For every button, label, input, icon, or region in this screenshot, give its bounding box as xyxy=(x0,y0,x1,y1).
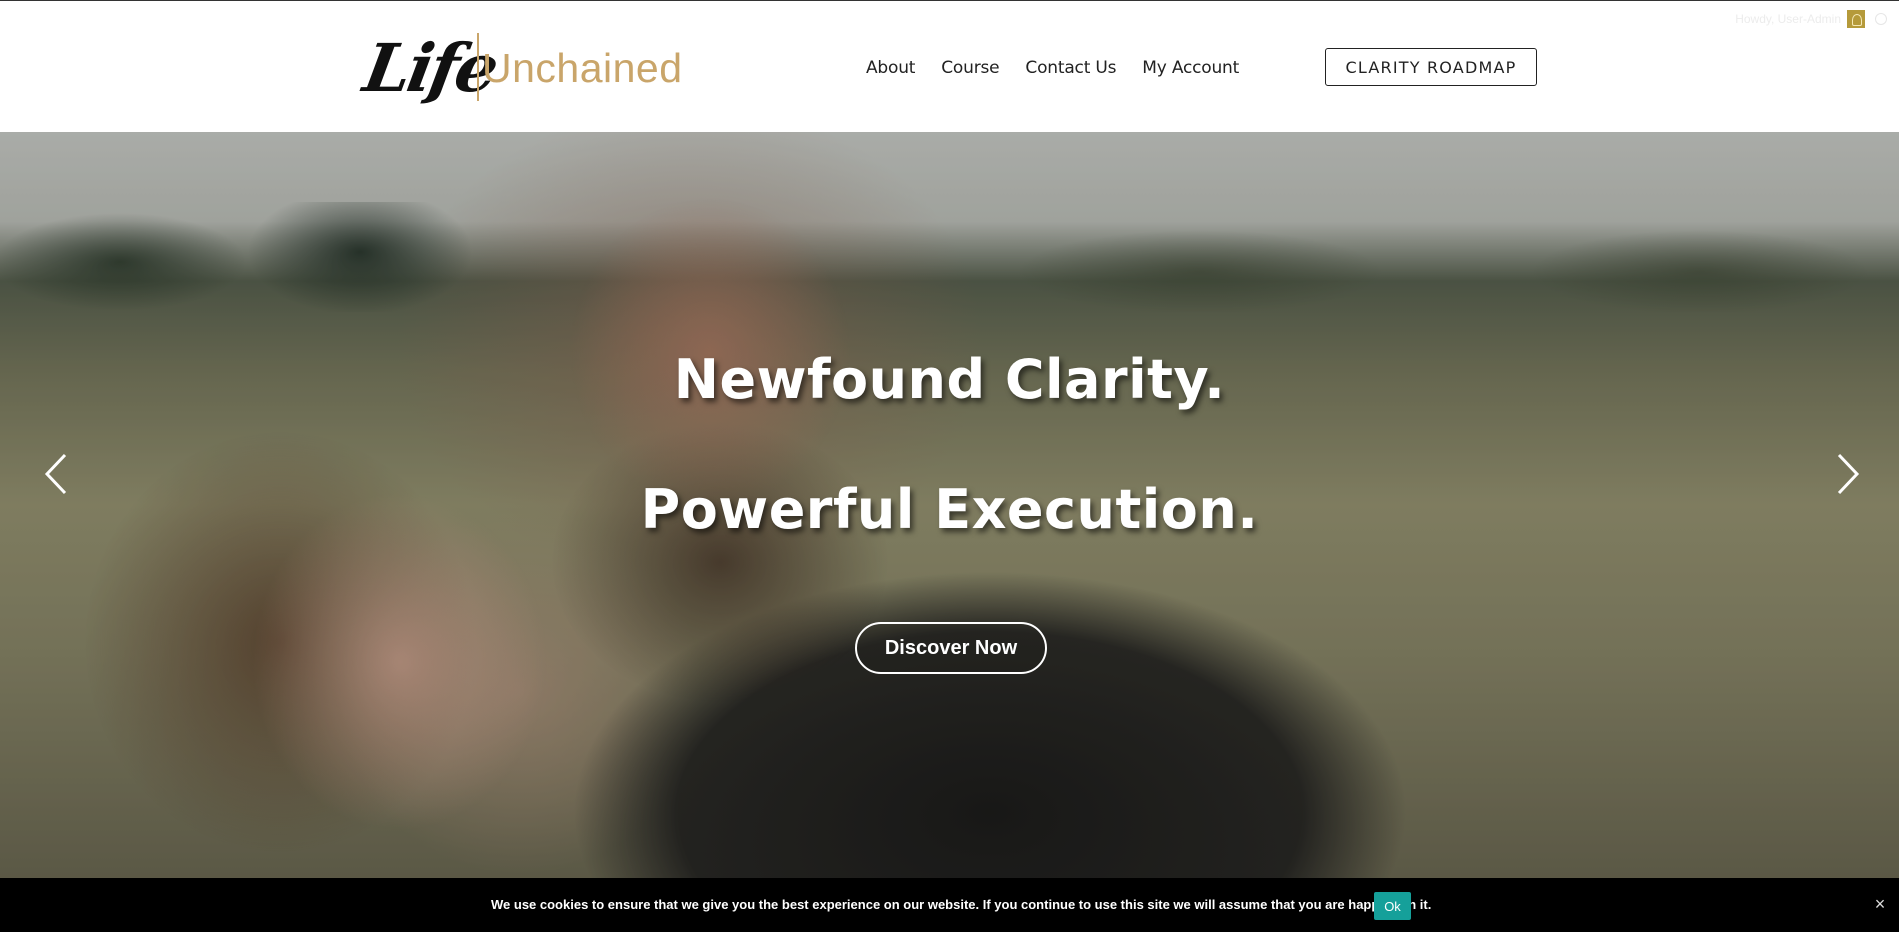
nav-item-about[interactable]: About xyxy=(866,55,915,81)
hero-slider: Newfound Clarity. Powerful Execution. Di… xyxy=(0,132,1899,878)
cookie-message: We use cookies to ensure that we give yo… xyxy=(491,897,1432,912)
nav-item-course[interactable]: Course xyxy=(941,55,999,81)
chevron-right-icon xyxy=(1837,453,1860,495)
hero-heading-line-1: Newfound Clarity. xyxy=(673,348,1226,411)
avatar[interactable] xyxy=(1847,10,1865,28)
cookie-notice-bar: We use cookies to ensure that we give yo… xyxy=(0,878,1899,932)
slider-next-button[interactable] xyxy=(1828,444,1868,504)
main-navigation: About Course Contact Us My Account xyxy=(866,55,1239,81)
admin-bar: Howdy, User-Admin xyxy=(1735,9,1887,29)
site-logo[interactable]: Life Unchained xyxy=(358,23,685,113)
hero-heading-line-2: Powerful Execution. xyxy=(640,478,1259,541)
clarity-roadmap-button[interactable]: CLARITY ROADMAP xyxy=(1325,48,1537,86)
nav-item-contact-us[interactable]: Contact Us xyxy=(1025,55,1116,81)
cookie-ok-button[interactable]: Ok xyxy=(1374,892,1411,920)
close-icon[interactable]: × xyxy=(1872,895,1888,913)
admin-greeting[interactable]: Howdy, User-Admin xyxy=(1735,12,1841,26)
search-icon[interactable] xyxy=(1875,13,1887,25)
discover-now-button[interactable]: Discover Now xyxy=(855,622,1047,674)
chevron-left-icon xyxy=(44,453,67,495)
slider-prev-button[interactable] xyxy=(36,444,76,504)
logo-divider xyxy=(477,33,479,101)
logo-word-text: Unchained xyxy=(482,45,683,91)
logo-script-text: Life xyxy=(358,29,502,107)
nav-item-my-account[interactable]: My Account xyxy=(1142,55,1239,81)
site-header: Life Unchained About Course Contact Us M… xyxy=(0,1,1899,132)
